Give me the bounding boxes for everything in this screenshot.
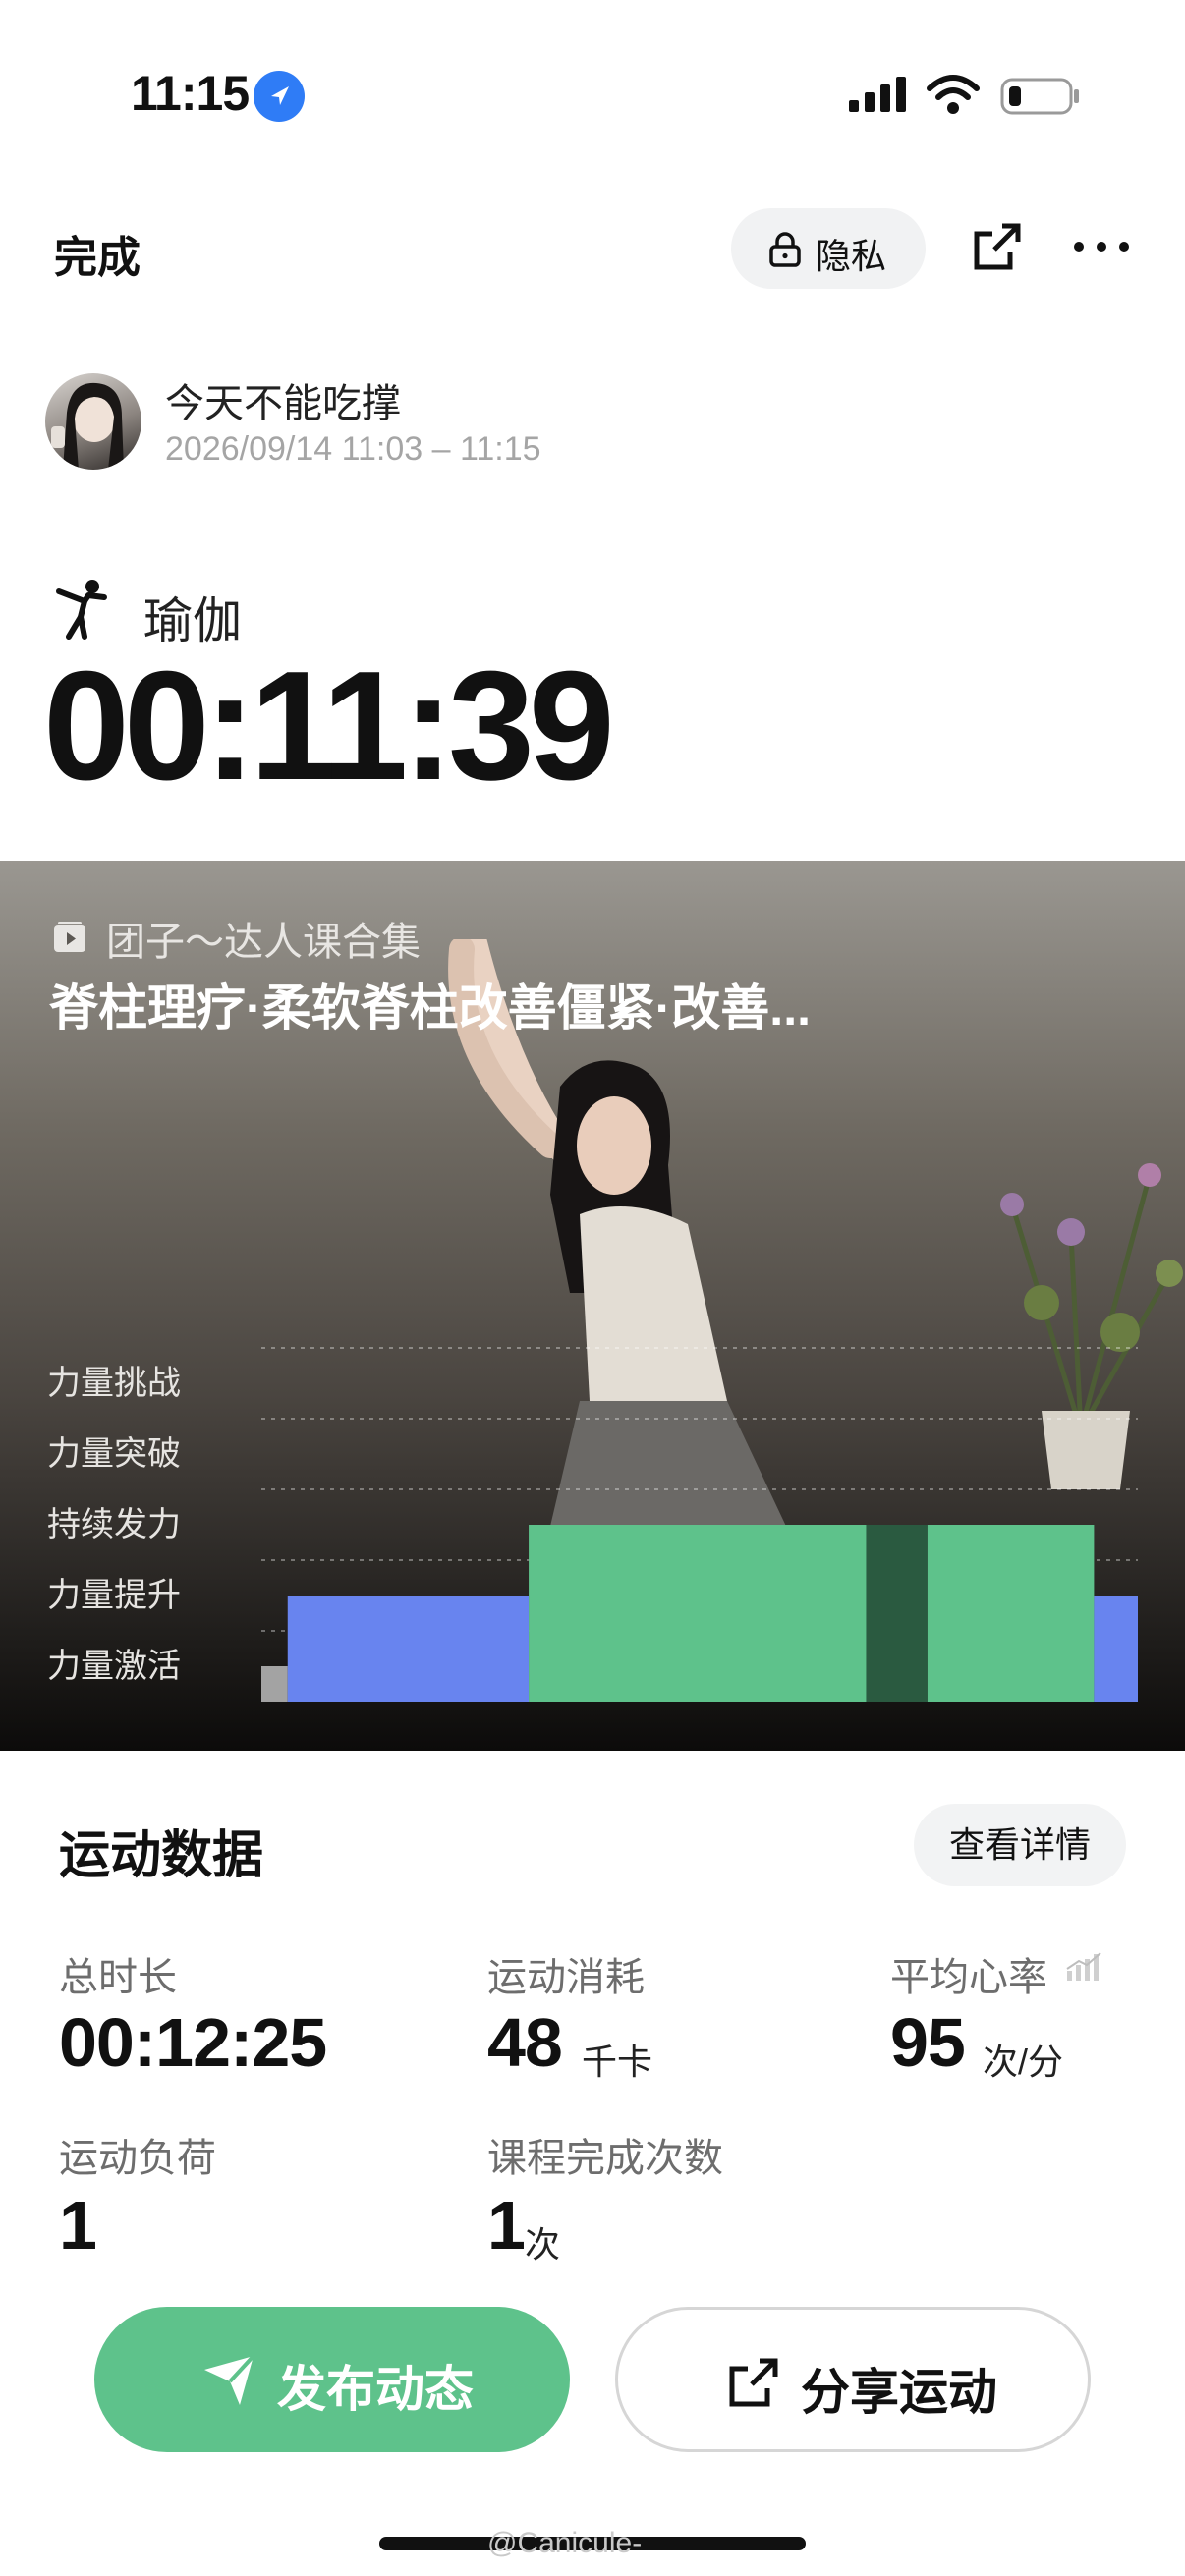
share-workout-label: 分享运动 (801, 2365, 997, 2420)
completions-label: 课程完成次数 (487, 2137, 723, 2180)
yoga-pose-icon (56, 580, 107, 640)
post-update-label: 发布动态 (277, 2362, 474, 2417)
course-card[interactable]: 团子～达人课合集 脊柱理疗·柔软脊柱改善僵紧·改善... 力量挑战 力量突破 持… (0, 861, 1185, 1751)
heart-rate-chart-icon (1066, 1952, 1101, 1981)
intensity-segment (927, 1525, 1095, 1702)
user-name: 今天不能吃撑 (165, 382, 401, 425)
avatar[interactable] (45, 373, 141, 470)
heart-rate-unit: 次/分 (983, 2042, 1064, 2082)
completions-value: 1 (487, 2187, 526, 2264)
total-duration-label: 总时长 (59, 1956, 177, 1999)
cellular-signal-icon (849, 77, 906, 112)
privacy-label: 隐私 (816, 236, 887, 276)
share-workout-button[interactable]: 分享运动 (615, 2307, 1091, 2452)
lock-icon (769, 232, 801, 267)
share-icon (729, 2358, 778, 2407)
load-label: 运动负荷 (59, 2137, 216, 2180)
wifi-icon (927, 75, 980, 114)
stats-section-title: 运动数据 (59, 1827, 264, 1884)
share-icon[interactable] (973, 222, 1022, 271)
intensity-segment (529, 1525, 867, 1702)
completions-unit: 次 (525, 2224, 561, 2265)
send-icon (204, 2354, 255, 2405)
intensity-segment (866, 1525, 928, 1702)
watermark: @Canicule- (487, 2527, 643, 2559)
activity-duration: 00:11:39 (43, 640, 615, 812)
post-update-button[interactable]: 发布动态 (94, 2307, 570, 2452)
privacy-button[interactable]: 隐私 (731, 208, 926, 289)
calories-label: 运动消耗 (487, 1956, 645, 1999)
session-time-range: 2026/09/14 11:03 – 11:15 (165, 430, 541, 468)
intensity-chart (261, 1347, 1138, 1702)
intensity-segment (1094, 1596, 1138, 1702)
total-duration-value: 00:12:25 (59, 2004, 327, 2081)
more-options-icon[interactable] (1071, 232, 1132, 261)
battery-icon (1000, 78, 1079, 115)
location-arrow-icon (254, 71, 305, 122)
heart-rate-label: 平均心率 (890, 1956, 1047, 1999)
calories-value: 48 (487, 2004, 563, 2081)
load-value: 1 (59, 2187, 97, 2264)
status-bar: 11:15 (0, 0, 1185, 187)
intensity-segment (287, 1596, 530, 1702)
calories-unit: 千卡 (582, 2042, 653, 2082)
status-time: 11:15 (131, 66, 250, 121)
view-details-button[interactable]: 查看详情 (914, 1804, 1126, 1886)
intensity-segment (261, 1666, 288, 1702)
heart-rate-value: 95 (890, 2004, 966, 2081)
done-button[interactable]: 完成 (54, 222, 141, 285)
